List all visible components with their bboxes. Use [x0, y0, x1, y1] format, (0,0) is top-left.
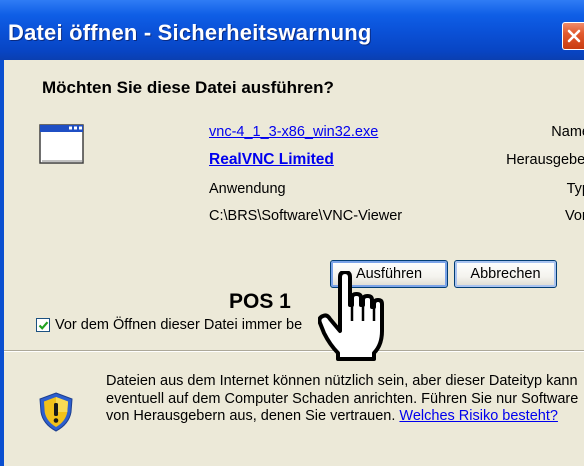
- risk-info-link[interactable]: Welches Risiko besteht?: [399, 408, 558, 424]
- type-label: Typ:: [566, 181, 584, 197]
- file-name-row: Name: vnc-4_1_3-x86_win32.exe: [94, 122, 584, 142]
- window-title: Datei öffnen - Sicherheitswarnung: [8, 20, 372, 45]
- source-path: C:\BRS\Software\VNC-Viewer: [209, 208, 403, 224]
- security-warning-dialog: Datei öffnen - Sicherheitswarnung Möchte…: [0, 0, 584, 466]
- publisher-row: Herausgeber: RealVNC Limited: [94, 150, 584, 170]
- source-label: Von:: [564, 208, 584, 224]
- application-window-icon: [39, 124, 84, 164]
- cancel-button[interactable]: Abbrechen: [454, 260, 557, 288]
- title-bar[interactable]: Datei öffnen - Sicherheitswarnung: [0, 0, 584, 60]
- file-name-link[interactable]: vnc-4_1_3-x86_win32.exe: [209, 122, 378, 142]
- warning-text: Dateien aus dem Internet können nützlich…: [106, 373, 581, 426]
- publisher-label: Herausgeber:: [506, 152, 584, 168]
- checkmark-icon: [38, 321, 49, 330]
- close-icon: [567, 29, 581, 43]
- always-ask-checkbox[interactable]: [36, 318, 50, 332]
- file-name-label: Name:: [551, 124, 584, 140]
- publisher-link[interactable]: RealVNC Limited: [209, 150, 334, 170]
- security-shield-icon: [39, 392, 73, 432]
- source-row: Von: C:\BRS\Software\VNC-Viewer: [94, 206, 584, 226]
- hand-pointer-cursor-icon: [318, 271, 384, 361]
- question-heading: Möchten Sie diese Datei ausführen?: [42, 78, 334, 97]
- cancel-button-label: Abbrechen: [470, 266, 541, 282]
- dialog-body: Möchten Sie diese Datei ausführen? Name:…: [0, 60, 584, 466]
- type-value: Anwendung: [209, 181, 286, 197]
- always-ask-label: Vor dem Öffnen dieser Datei immer be: [55, 317, 303, 333]
- type-row: Typ: Anwendung: [94, 179, 584, 199]
- position-annotation: POS 1: [229, 290, 291, 313]
- separator: [4, 350, 584, 352]
- close-button[interactable]: [562, 22, 584, 50]
